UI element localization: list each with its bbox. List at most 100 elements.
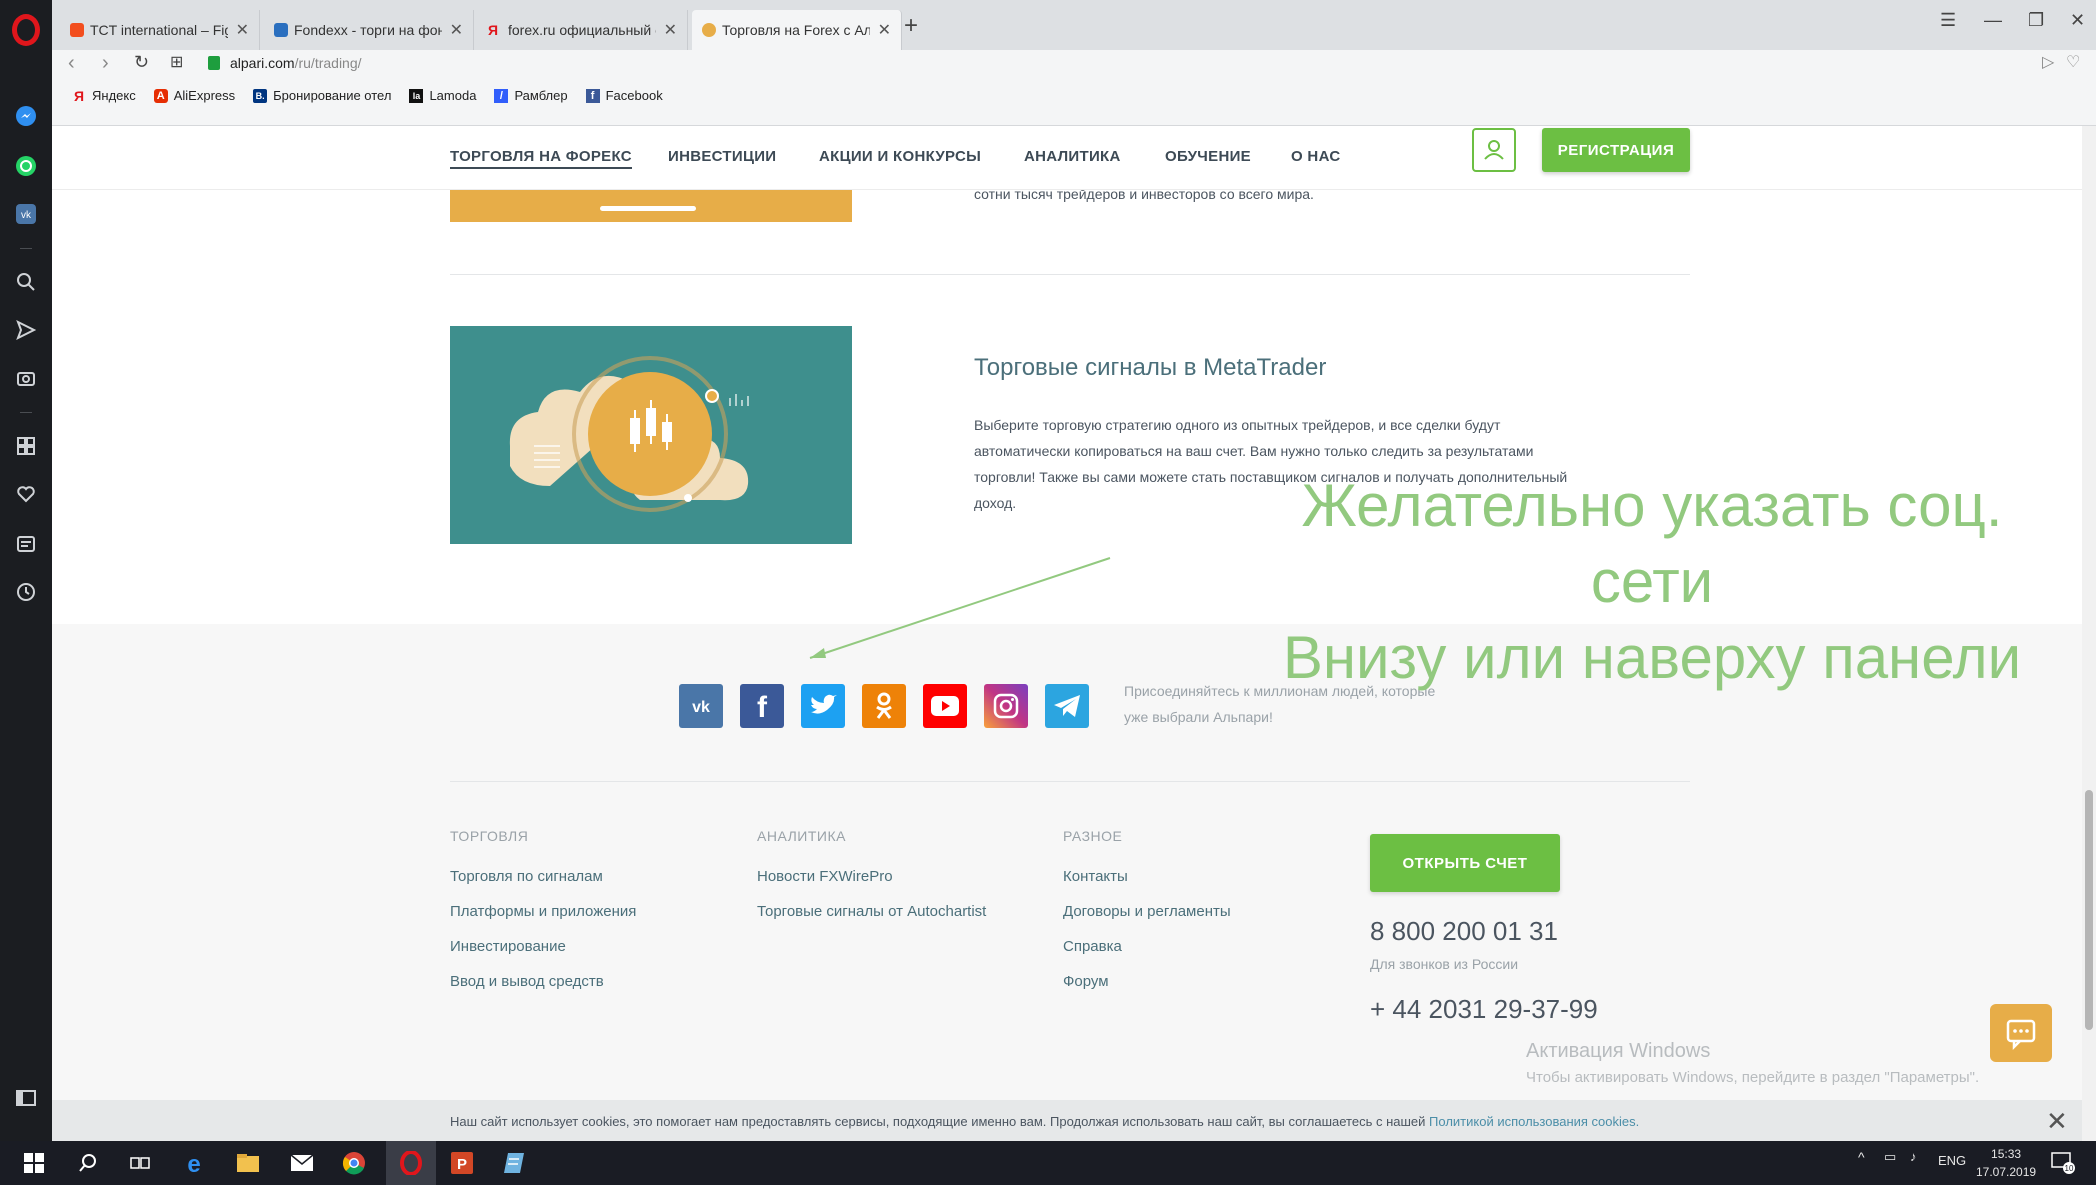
taskbar-search-icon[interactable] (74, 1149, 102, 1177)
url-field[interactable]: alpari.com/ru/trading/ (208, 50, 2094, 76)
footer-link[interactable]: Торговля по сигналам (450, 868, 603, 885)
url-host: alpari.com (230, 55, 295, 71)
history-icon[interactable] (14, 580, 38, 604)
annotation-line: сети (1590, 548, 1714, 615)
camera-icon[interactable] (14, 366, 38, 390)
bookmark-facebook[interactable]: f Facebook (585, 88, 663, 103)
tab-fondexx[interactable]: Fondexx - торги на фондо ✕ (264, 10, 474, 50)
close-tab-icon[interactable]: ✕ (236, 20, 249, 40)
reload-icon[interactable]: ↻ (134, 52, 149, 73)
cookie-policy-link[interactable]: Политикой использования cookies. (1429, 1114, 1639, 1129)
footer-link[interactable]: Платформы и приложения (450, 903, 636, 920)
close-window-button[interactable]: ✕ (2070, 10, 2085, 31)
chrome-icon[interactable] (340, 1149, 368, 1177)
tray-expand-icon[interactable]: ^ (1858, 1149, 1865, 1165)
odnoklassniki-icon (876, 692, 892, 719)
nav-education[interactable]: ОБУЧЕНИЕ (1165, 148, 1251, 165)
opera-taskbar-icon[interactable] (397, 1149, 425, 1177)
tab-alpari[interactable]: Торговля на Forex с Альп ✕ (692, 10, 902, 50)
send-icon[interactable] (14, 318, 38, 342)
new-tab-button[interactable]: + (904, 12, 918, 40)
forward-icon[interactable]: › (102, 52, 109, 75)
messenger-icon[interactable] (14, 104, 38, 128)
file-explorer-icon[interactable] (234, 1149, 262, 1177)
footer-link[interactable]: Форум (1063, 973, 1109, 990)
nav-forex-trading[interactable]: ТОРГОВЛЯ НА ФОРЕКС (450, 148, 632, 169)
bookmark-rambler[interactable]: / Рамблер (494, 88, 568, 103)
network-icon[interactable]: ▭ (1884, 1149, 1896, 1165)
close-tab-icon[interactable]: ✕ (878, 20, 891, 40)
nav-analytics[interactable]: АНАЛИТИКА (1024, 148, 1121, 165)
tab-forex-ru[interactable]: Я forex.ru официальный са ✕ (478, 10, 688, 50)
mail-icon[interactable] (288, 1149, 316, 1177)
nav-investments[interactable]: ИНВЕСТИЦИИ (668, 148, 776, 165)
user-icon (1484, 140, 1504, 160)
tab-figma[interactable]: TCT international – Figma ✕ (60, 10, 260, 50)
back-icon[interactable]: ‹ (68, 52, 75, 75)
task-view-icon[interactable] (126, 1149, 154, 1177)
whatsapp-icon[interactable] (14, 154, 38, 178)
bookmark-yandex[interactable]: Я Яндекс (72, 88, 136, 103)
windows-taskbar: e P ^ ▭ ♪ ENG 15:33 17.07.2019 10 (0, 1141, 2096, 1185)
vk-icon[interactable]: vk (14, 202, 38, 226)
language-indicator[interactable]: ENG (1938, 1153, 1966, 1168)
bookmark-heart-icon[interactable]: ♡ (2066, 52, 2080, 72)
open-account-button[interactable]: ОТКРЫТЬ СЧЕТ (1370, 834, 1560, 892)
cookie-close-icon[interactable]: ✕ (2046, 1106, 2068, 1137)
notes-app-icon[interactable] (500, 1149, 528, 1177)
news-icon[interactable] (14, 532, 38, 556)
windows-start-icon[interactable] (20, 1149, 48, 1177)
volume-icon[interactable]: ♪ (1910, 1149, 1917, 1164)
rambler-icon: / (494, 88, 509, 103)
restore-button[interactable]: ❐ (2028, 10, 2044, 31)
edge-icon[interactable]: e (180, 1149, 208, 1177)
twitter-social-button[interactable] (801, 684, 845, 728)
footer-link[interactable]: Инвестирование (450, 938, 566, 955)
nav-promotions[interactable]: АКЦИИ И КОНКУРСЫ (819, 148, 981, 165)
vk-social-button[interactable]: vk (679, 684, 723, 728)
bookmark-label: Facebook (605, 88, 663, 103)
facebook-icon: f (585, 88, 600, 103)
send-page-icon[interactable]: ▷ (2042, 52, 2054, 72)
heart-icon[interactable] (14, 482, 38, 506)
footer-link[interactable]: Новости FXWirePro (757, 868, 893, 885)
telegram-social-button[interactable] (1045, 684, 1089, 728)
nav-about[interactable]: О НАС (1291, 148, 1340, 165)
phone-international[interactable]: + 44 2031 29-37-99 (1370, 994, 1598, 1025)
footer-link[interactable]: Контакты (1063, 868, 1128, 885)
scrollbar-thumb[interactable] (2085, 790, 2093, 1030)
footer-link[interactable]: Ввод и вывод средств (450, 973, 604, 990)
aliexpress-icon: A (153, 88, 168, 103)
footer-link[interactable]: Договоры и регламенты (1063, 903, 1231, 920)
booking-icon: B. (253, 88, 268, 103)
footer-link[interactable]: Торговые сигналы от Autochartist (757, 903, 986, 920)
bookmark-lamoda[interactable]: la Lamoda (409, 88, 476, 103)
windows-activation-watermark: Активация Windows Чтобы активировать Win… (1526, 1040, 1979, 1086)
bookmark-booking[interactable]: B. Бронирование отел (253, 88, 391, 103)
phone-russia[interactable]: 8 800 200 01 31 (1370, 916, 1558, 947)
chat-button[interactable] (1990, 1004, 2052, 1062)
footer-divider (450, 781, 1690, 782)
footer-column-title-trading: ТОРГОВЛЯ (450, 828, 529, 844)
register-button[interactable]: РЕГИСТРАЦИЯ (1542, 128, 1690, 172)
odnoklassniki-social-button[interactable] (862, 684, 906, 728)
speed-dial-grid-icon[interactable]: ⊞ (170, 52, 183, 72)
notification-center-icon[interactable]: 10 (2050, 1149, 2078, 1177)
facebook-social-button[interactable]: f (740, 684, 784, 728)
close-tab-icon[interactable]: ✕ (450, 20, 463, 40)
svg-text:vk: vk (21, 210, 32, 221)
sidebar-toggle-icon[interactable] (14, 1086, 38, 1110)
bookmark-aliexpress[interactable]: A AliExpress (153, 88, 235, 103)
instagram-social-button[interactable] (984, 684, 1028, 728)
speed-dial-icon[interactable] (14, 434, 38, 458)
tab-menu-icon[interactable]: ☰ (1940, 10, 1956, 31)
minimize-button[interactable]: — (1984, 10, 2002, 31)
login-button[interactable] (1472, 128, 1516, 172)
opera-logo-icon[interactable] (12, 14, 40, 46)
powerpoint-icon[interactable]: P (448, 1149, 476, 1177)
search-icon[interactable] (14, 270, 38, 294)
youtube-social-button[interactable] (923, 684, 967, 728)
close-tab-icon[interactable]: ✕ (664, 20, 677, 40)
taskbar-clock[interactable]: 15:33 17.07.2019 (1976, 1145, 2036, 1181)
footer-link[interactable]: Справка (1063, 938, 1122, 955)
